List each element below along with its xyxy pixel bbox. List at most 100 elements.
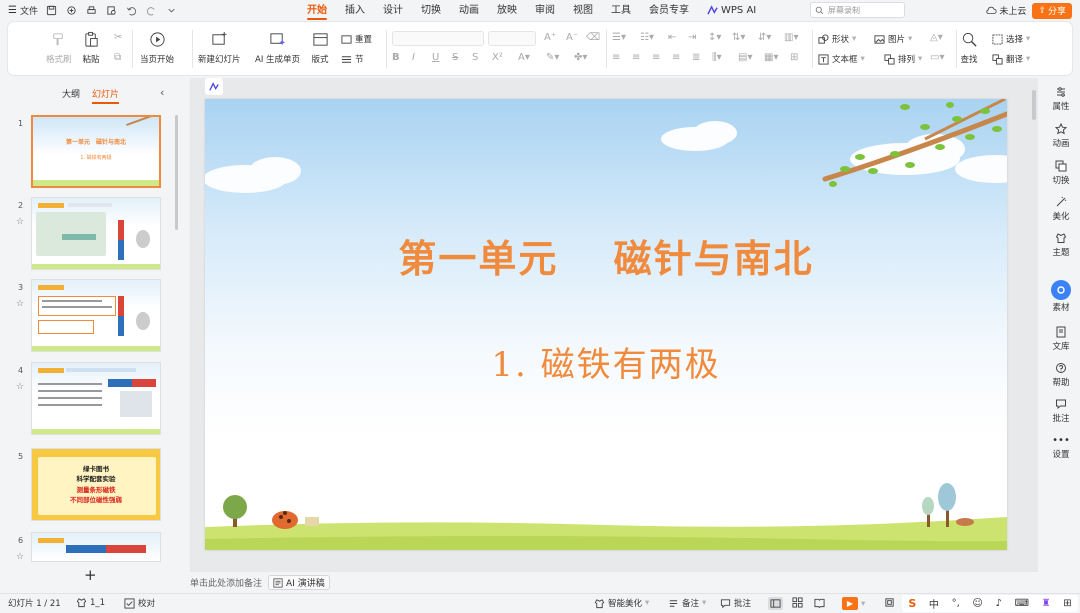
proofread-button[interactable]: 校对 [124,597,155,609]
sidebar-item-settings[interactable]: ••• 设置 [1042,436,1080,461]
columns-icon[interactable]: ▥▾ [784,32,798,43]
font-color-icon[interactable]: A▾ [518,52,530,63]
layout-button[interactable]: 版式 [311,30,329,65]
sidebar-item-transition[interactable]: 切换 [1042,160,1080,186]
underline-icon[interactable]: U [432,52,439,63]
save-icon[interactable] [46,5,58,17]
tab-insert[interactable]: 插入 [336,0,374,21]
text-box-options-icon[interactable]: ▦▾ [764,52,778,63]
paste-button[interactable]: 粘贴 [82,30,100,65]
textbox-button[interactable]: 文本框 ▾ [818,53,865,65]
distribute-icon[interactable]: ≣ [692,52,700,63]
convert-icon[interactable]: ▤▾ [738,52,752,63]
file-menu[interactable]: ☰ 文件 [8,4,38,17]
ai-speech-button[interactable]: AI 演讲稿 [268,575,330,590]
tab-animation[interactable]: 动画 [450,0,488,21]
tab-wps-ai[interactable]: WPS AI [698,0,765,21]
thumbnail-scrollbar[interactable] [175,115,178,230]
share-button[interactable]: ⇪ 分享 [1032,2,1072,19]
tab-design[interactable]: 设计 [374,0,412,21]
tab-outline[interactable]: 大纲 [62,87,80,104]
canvas-scrollbar[interactable] [1032,90,1036,120]
slide-thumbnail-3[interactable] [31,279,161,352]
notes-placeholder[interactable]: 单击此处添加备注 [190,576,262,589]
star-icon[interactable]: ☆ [16,217,24,227]
sorter-view-button[interactable] [792,597,803,608]
play-from-current-button[interactable]: 当页开始 [140,30,174,65]
clear-format-icon[interactable]: ⌫ [586,32,600,43]
shape-button[interactable]: 形状 ▾ [818,33,856,45]
undo-icon[interactable] [126,5,138,17]
select-button[interactable]: 选择 ▾ [992,33,1030,45]
vertical-align-icon[interactable]: ⫼▾ [712,52,722,63]
ime-toolbar[interactable]: S 中 °, ☺ ♪ ⌨ ♜ ⊞ [902,595,1078,612]
align-right-icon[interactable]: ≡ [652,52,660,63]
text-direction-icon[interactable]: ⇅▾ [732,32,745,43]
star-icon[interactable]: ☆ [16,382,24,392]
section-button[interactable]: 节 [341,53,364,65]
char-spacing-icon[interactable]: ✤▾ [574,52,587,63]
smart-beautify-button[interactable]: 智能美化 ▾ [594,597,649,609]
find-button[interactable]: 查找 [960,30,978,65]
slideshow-button[interactable]: ▶ ▾ [842,597,865,610]
chevron-down-icon[interactable] [166,5,178,17]
slide-subtitle[interactable]: 1. 磁铁有两极 [205,337,1007,386]
slide-canvas[interactable]: 第一单元 磁针与南北 1. 磁铁有两极 [205,99,1007,550]
slide-thumbnail-1[interactable]: 第一单元 磁针与南北 1. 磁铁有两极 [31,115,161,188]
tab-home[interactable]: 开始 [298,0,336,21]
align-center-icon[interactable]: ≡ [632,52,640,63]
sidebar-item-beautify[interactable]: 美化 [1042,196,1080,222]
slide-thumbnail-4[interactable] [31,362,161,435]
justify-icon[interactable]: ≡ [672,52,680,63]
star-icon[interactable]: ☆ [16,552,24,562]
reset-button[interactable]: 重置 [341,33,372,45]
increase-font-icon[interactable]: A⁺ [544,32,556,43]
tab-slideshow[interactable]: 放映 [488,0,526,21]
sidebar-item-animation[interactable]: 动画 [1042,123,1080,149]
slide-thumbnail-2[interactable] [31,197,161,270]
arrange-button[interactable]: 排列 ▾ [884,53,922,65]
indent-increase-icon[interactable]: ⇥ [688,32,696,43]
sidebar-item-help[interactable]: 帮助 [1042,362,1080,388]
new-slide-button[interactable]: 新建幻灯片 [198,30,241,65]
sidebar-item-comment[interactable]: 批注 [1042,398,1080,424]
highlight-icon[interactable]: ✎▾ [546,52,559,63]
theme-indicator[interactable]: 1_1 [76,597,105,608]
normal-view-button[interactable] [768,597,783,610]
translate-button[interactable]: 翻译 ▾ [992,53,1030,65]
star-icon[interactable]: ☆ [16,299,24,309]
slide-thumbnail-5[interactable]: 绿卡图书 科学配套实验 测量条形磁铁 不同部位磁性强弱 [31,448,161,521]
copy-icon[interactable]: ⧉ [114,52,121,63]
image-button[interactable]: 图片 ▾ [874,33,912,45]
fill-icon[interactable]: ◬▾ [930,32,943,43]
indent-decrease-icon[interactable]: ⇤ [668,32,676,43]
export-icon[interactable] [66,5,78,17]
tab-slides[interactable]: 幻灯片 [92,87,120,104]
numbering-icon[interactable]: ☷▾ [640,32,654,43]
italic-icon[interactable]: I [412,52,415,63]
align-left-icon[interactable]: ≡ [612,52,620,63]
cloud-status[interactable]: 未上云 [985,4,1026,17]
sidebar-item-properties[interactable]: 属性 [1042,86,1080,112]
redo-icon[interactable] [146,5,158,17]
sidebar-item-library[interactable]: 文库 [1042,326,1080,352]
ai-slide-button[interactable]: AI 生成单页 [255,30,300,65]
font-size-select[interactable] [488,31,536,46]
comments-toggle[interactable]: 批注 [720,597,751,609]
bold-icon[interactable]: B [392,52,400,63]
outline-icon[interactable]: ▭▾ [930,52,944,63]
add-slide-button[interactable]: + [84,566,97,584]
slide-title[interactable]: 第一单元 磁针与南北 [205,228,1007,283]
tab-member[interactable]: 会员专享 [640,0,698,21]
search-input[interactable]: 屏幕录制 [810,2,905,18]
tab-view[interactable]: 视图 [564,0,602,21]
superscript-icon[interactable]: X² [492,52,503,63]
collapse-panel-icon[interactable]: ‹ [160,86,164,99]
print-preview-icon[interactable] [106,5,118,17]
line-spacing-icon[interactable]: ↕▾ [708,32,721,43]
slide-thumbnail-6[interactable] [31,532,161,562]
sort-icon[interactable]: ⇵▾ [758,32,771,43]
tab-review[interactable]: 审阅 [526,0,564,21]
fit-window-button[interactable] [884,597,895,608]
font-family-select[interactable] [392,31,484,46]
